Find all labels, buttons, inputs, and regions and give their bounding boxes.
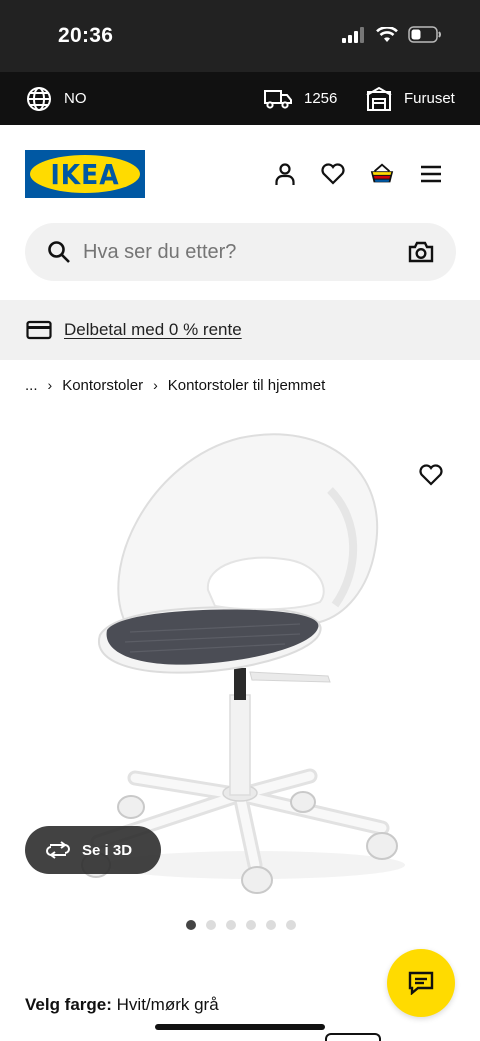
carousel-dot[interactable] — [226, 920, 236, 930]
basket-icon — [370, 163, 394, 183]
carousel-dot[interactable] — [186, 920, 196, 930]
payment-promo-banner: Delbetal med 0 % rente — [0, 300, 480, 360]
breadcrumb-ellipsis[interactable]: ... — [25, 377, 38, 394]
chevron-right-icon: › — [47, 377, 53, 393]
search-icon — [48, 241, 70, 263]
breadcrumb: ... › Kontorstoler › Kontorstoler til hj… — [25, 375, 325, 395]
logo-oval: IKEA — [30, 155, 140, 193]
add-to-favourites-button[interactable] — [417, 461, 445, 489]
breadcrumb-item-kontorstoler-til-hjemmet[interactable]: Kontorstoler til hjemmet — [168, 377, 326, 394]
partial-button-outline — [325, 1033, 381, 1041]
menu-icon — [421, 165, 441, 183]
logo-text: IKEA — [50, 158, 120, 190]
language-label: NO — [64, 90, 87, 107]
cellular-signal-icon — [342, 26, 364, 43]
delivery-postcode[interactable]: 1256 — [264, 72, 337, 125]
carousel-dot[interactable] — [246, 920, 256, 930]
rotate-3d-icon — [46, 841, 70, 859]
status-icons — [342, 26, 442, 43]
heart-icon — [419, 464, 443, 486]
home-indicator — [155, 1024, 325, 1030]
store-selector[interactable]: Furuset — [366, 72, 455, 125]
favourites-button[interactable] — [320, 161, 346, 187]
carousel-dot[interactable] — [206, 920, 216, 930]
view-in-3d-button[interactable]: Se i 3D — [25, 826, 161, 874]
carousel-dot[interactable] — [286, 920, 296, 930]
top-bar: NO 1256 Furuset — [0, 72, 480, 125]
postcode-label: 1256 — [304, 90, 338, 107]
battery-icon — [408, 26, 441, 43]
chat-button[interactable] — [387, 949, 455, 1017]
breadcrumb-item-kontorstoler[interactable]: Kontorstoler — [62, 377, 143, 394]
menu-button[interactable] — [418, 161, 444, 187]
camera-icon[interactable] — [408, 240, 434, 264]
color-label: Velg farge: — [25, 995, 112, 1014]
store-label: Furuset — [404, 90, 455, 107]
wifi-icon — [376, 26, 398, 42]
installment-link[interactable]: Delbetal med 0 % rente — [64, 320, 242, 340]
account-button[interactable] — [272, 161, 298, 187]
search-bar[interactable] — [25, 223, 456, 281]
search-input[interactable] — [83, 223, 393, 281]
status-time: 20:36 — [58, 24, 114, 47]
chevron-right-icon: › — [153, 377, 158, 393]
view-in-3d-label: Se i 3D — [82, 841, 133, 859]
chat-bubble-icon — [408, 971, 434, 995]
header: IKEA — [0, 125, 480, 220]
image-carousel-dots — [186, 920, 296, 930]
heart-icon — [321, 163, 345, 185]
color-selection: Velg farge: Hvit/mørk grå — [25, 995, 219, 1015]
color-value: Hvit/mørk grå — [116, 995, 219, 1014]
language-selector[interactable]: NO — [26, 72, 87, 125]
ikea-logo[interactable]: IKEA — [25, 150, 145, 198]
store-icon — [366, 86, 392, 111]
carousel-dot[interactable] — [266, 920, 276, 930]
status-bar: 20:36 — [0, 0, 480, 72]
credit-card-icon — [26, 320, 52, 340]
truck-icon — [264, 89, 292, 109]
person-icon — [275, 163, 295, 185]
basket-button[interactable] — [369, 161, 395, 187]
globe-icon — [27, 86, 51, 111]
